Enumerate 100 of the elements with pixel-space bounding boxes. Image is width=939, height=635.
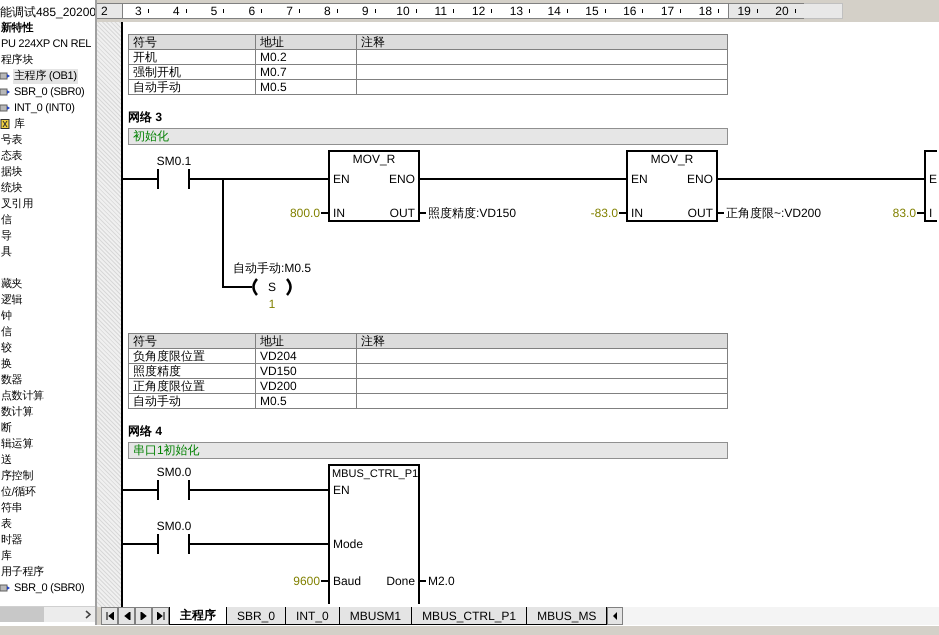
rung-wire — [321, 212, 329, 214]
tree-item[interactable]: 符串 — [0, 500, 24, 516]
tree-item[interactable]: 点数计算 — [0, 388, 45, 404]
tree-item[interactable]: 导 — [0, 228, 13, 244]
block-icon — [0, 583, 10, 593]
rung-wire — [619, 212, 627, 214]
tab[interactable]: SBR_0 — [226, 607, 286, 625]
tree-item[interactable]: 信 — [0, 212, 13, 228]
pin-label: I — [929, 206, 932, 220]
scroll-left-button[interactable] — [607, 607, 624, 625]
box-title: MBUS_CTRL_P1 — [332, 468, 418, 480]
tree-item[interactable]: 时器 — [0, 532, 24, 548]
pin-label: OUT — [390, 206, 415, 220]
ruler-number: 18 — [698, 4, 712, 18]
contact-label: SM0.1 — [156, 154, 192, 168]
tree-item[interactable]: 据块 — [0, 164, 24, 180]
coil-symbol — [252, 278, 292, 296]
tree-item[interactable]: 态表 — [0, 148, 24, 164]
table-cell: M0.5 — [256, 80, 356, 94]
previous-button[interactable] — [118, 607, 135, 625]
tree-item[interactable]: 逻辑 — [0, 292, 24, 308]
tree-item[interactable]: 送 — [0, 452, 13, 468]
tree-item[interactable]: PU 224XP CN REL — [0, 36, 92, 52]
box-title: MOV_R — [352, 152, 396, 166]
tree-item[interactable]: 叉引用 — [0, 196, 34, 212]
ruler-number: 5 — [210, 4, 218, 18]
pin-label: E — [929, 172, 937, 186]
coil-label: 自动手动:M0.5 — [233, 261, 311, 275]
tree-item[interactable]: 用子程序 — [0, 564, 45, 580]
column-header: 地址 — [256, 334, 356, 348]
first-button[interactable] — [101, 607, 118, 625]
operand-label: 照度精度:VD150 — [428, 206, 516, 220]
tab[interactable]: MBUS_CTRL_P1 — [411, 607, 526, 625]
column-header: 注释 — [356, 334, 728, 348]
tree-item[interactable]: 位/循环 — [0, 484, 37, 500]
contact-symbol — [157, 480, 190, 500]
tree-item[interactable]: 表 — [0, 516, 13, 532]
ruler-number: 10 — [396, 4, 410, 18]
rung-wire — [419, 580, 426, 582]
book-icon — [0, 119, 10, 129]
block-icon — [0, 71, 10, 81]
pin-label: OUT — [688, 206, 713, 220]
tree-item[interactable]: 号表 — [0, 132, 24, 148]
last-button[interactable] — [152, 607, 169, 625]
table-cell: M0.5 — [256, 394, 356, 408]
next-button[interactable] — [135, 607, 152, 625]
tree-item[interactable]: 断 — [0, 420, 13, 436]
contact-symbol — [157, 169, 190, 189]
table-cell: VD150 — [256, 364, 356, 378]
ruler-number: 16 — [623, 4, 636, 18]
ruler-number: 15 — [585, 4, 599, 18]
network-comment: 初始化 — [128, 128, 728, 145]
horizontal-scrollbar[interactable] — [0, 606, 95, 622]
ruler-number: 4 — [172, 4, 180, 18]
arrow-left-icon[interactable] — [611, 612, 620, 620]
first-arrow-icon[interactable] — [106, 612, 114, 620]
ruler-number: 9 — [362, 4, 369, 18]
tab[interactable]: INT_0 — [285, 607, 339, 625]
tree-item[interactable]: SBR_0 (SBR0) — [13, 580, 86, 596]
tree-item[interactable]: 具 — [0, 244, 13, 260]
tree-item[interactable]: 藏夹 — [0, 276, 24, 292]
ruler-number: 20 — [775, 4, 789, 18]
block-icon — [0, 87, 10, 97]
tree-item[interactable]: 数器 — [0, 372, 24, 388]
tree-item[interactable]: 序控制 — [0, 468, 34, 484]
tree-item[interactable]: 主程序 (OB1) — [13, 68, 78, 84]
network-comment: 串口1初始化 — [128, 442, 728, 459]
tree-item[interactable]: 库 — [13, 116, 26, 132]
tab[interactable]: 主程序 — [169, 607, 226, 625]
block-icon — [0, 103, 10, 113]
ruler-number: 3 — [135, 4, 142, 18]
tab[interactable]: MBUSM1 — [338, 607, 412, 625]
network-title: 网络 4 — [128, 423, 164, 439]
previous-arrow-icon[interactable] — [122, 612, 130, 620]
tree-item[interactable]: SBR_0 (SBR0) — [13, 84, 86, 100]
tree-item[interactable]: 库 — [0, 548, 13, 564]
tree-item[interactable]: 程序块 — [0, 52, 34, 68]
ruler-number: 8 — [324, 4, 331, 18]
ruler-number: 14 — [547, 4, 561, 18]
next-arrow-icon[interactable] — [140, 612, 148, 620]
table-cell: VD204 — [256, 348, 356, 364]
rung-wire — [717, 212, 724, 214]
pin-label: IN — [631, 206, 643, 220]
contact-symbol — [157, 534, 190, 554]
tree-item[interactable]: 信 — [0, 324, 13, 340]
ruler-number: 7 — [286, 4, 293, 18]
tree-item[interactable]: 数计算 — [0, 404, 34, 420]
table-cell: VD200 — [256, 378, 356, 394]
tab[interactable]: MBUS_MS — [526, 607, 606, 625]
tree-item[interactable]: 钟 — [0, 308, 13, 324]
tree-item[interactable]: 统块 — [0, 180, 24, 196]
tree-item[interactable]: 辑运算 — [0, 436, 34, 452]
pin-label: ENO — [686, 172, 713, 186]
last-arrow-icon[interactable] — [156, 612, 164, 620]
pin-label: Baud — [333, 574, 362, 588]
tree-item[interactable]: INT_0 (INT0) — [13, 100, 76, 116]
tree-item[interactable]: 换 — [0, 356, 13, 372]
pin-label: EN — [333, 483, 350, 497]
tree-item[interactable]: 新特性 — [0, 20, 34, 36]
tree-item[interactable]: 较 — [0, 340, 13, 356]
